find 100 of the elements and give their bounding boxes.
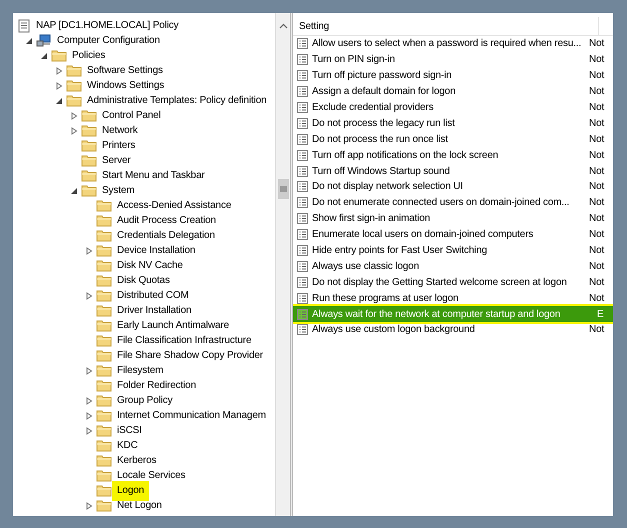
collapsed-arrow-icon[interactable] — [85, 396, 93, 404]
setting-row[interactable]: Show first sign-in animation Not — [293, 210, 613, 227]
tree-item[interactable]: System — [100, 184, 136, 198]
setting-row[interactable]: Enumerate local users on domain-joined computers Not — [293, 226, 613, 243]
setting-state: Not — [589, 164, 606, 179]
setting-icon — [297, 54, 308, 66]
collapsed-arrow-icon[interactable] — [85, 502, 93, 510]
setting-row[interactable]: Turn on PIN sign-in Not — [293, 52, 613, 68]
scroll-up-icon[interactable] — [278, 23, 288, 29]
folder-icon — [81, 109, 97, 122]
collapsed-arrow-icon[interactable] — [85, 412, 93, 420]
expanded-arrow-icon[interactable] — [40, 52, 48, 60]
folder-icon — [96, 334, 112, 347]
setting-state: Not — [589, 37, 606, 52]
tree-item[interactable]: Disk NV Cache — [115, 258, 185, 272]
setting-row[interactable]: Do not display network selection UI Not — [293, 179, 613, 195]
tree-item[interactable]: Logon — [115, 484, 146, 498]
tree-item[interactable]: File Classification Infrastructure — [115, 334, 254, 348]
setting-icon — [297, 245, 308, 256]
setting-icon — [297, 197, 308, 208]
tree-item[interactable]: Audit Process Creation — [115, 214, 218, 228]
setting-row[interactable]: Do not display the Getting Started welcome screen at logon Not — [293, 274, 613, 290]
setting-icon — [297, 102, 308, 113]
setting-row[interactable]: Always use custom logon background Not — [293, 322, 613, 338]
collapsed-arrow-icon[interactable] — [85, 246, 93, 254]
tree-item[interactable]: Internet Communication Managem — [115, 408, 268, 422]
tree-item[interactable]: Early Launch Antimalware — [115, 318, 232, 332]
setting-row[interactable]: Always wait for the network at computer startup and logon E — [293, 306, 613, 322]
expanded-arrow-icon[interactable] — [70, 186, 78, 194]
tree-item[interactable]: KDC — [115, 438, 140, 452]
tree-item[interactable]: Windows Settings — [85, 78, 166, 92]
setting-state: Not — [589, 323, 606, 338]
tree-item[interactable]: Folder Redirection — [115, 378, 198, 392]
setting-state: Not — [589, 69, 606, 84]
setting-state: Not — [589, 196, 606, 210]
setting-name: Show first sign-in animation — [312, 212, 432, 226]
setting-row[interactable]: Turn off app notifications on the lock screen Not — [293, 147, 613, 164]
collapsed-arrow-icon[interactable] — [70, 112, 78, 120]
setting-name: Exclude credential providers — [312, 101, 434, 115]
scrollbar-thumb[interactable] — [278, 179, 288, 199]
folder-icon — [96, 274, 112, 287]
setting-icon — [297, 118, 308, 129]
collapsed-arrow-icon[interactable] — [85, 292, 93, 300]
setting-row[interactable]: Assign a default domain for logon Not — [293, 84, 613, 100]
tree-item[interactable]: Disk Quotas — [115, 274, 172, 288]
tree-item[interactable]: Computer Configuration — [55, 34, 162, 48]
setting-row[interactable]: Hide entry points for Fast User Switching Not — [293, 242, 613, 258]
tree-item[interactable]: Policies — [70, 48, 108, 62]
setting-name: Run these programs at user logon — [312, 292, 460, 306]
setting-row[interactable]: Do not enumerate connected users on domain-joined com... Not — [293, 194, 613, 211]
setting-icon — [297, 134, 308, 145]
expanded-arrow-icon[interactable] — [55, 96, 63, 104]
collapsed-arrow-icon[interactable] — [70, 126, 78, 134]
tree-item[interactable]: Access-Denied Assistance — [115, 198, 234, 212]
tree-item[interactable]: Network — [100, 124, 140, 138]
tree-item[interactable]: Locale Services — [115, 468, 188, 482]
collapsed-arrow-icon[interactable] — [55, 66, 63, 74]
setting-state: Not — [589, 260, 606, 274]
setting-row[interactable]: Turn off Windows Startup sound Not — [293, 163, 613, 180]
setting-row[interactable]: Exclude credential providers Not — [293, 100, 613, 116]
tree-item[interactable]: Start Menu and Taskbar — [100, 168, 207, 182]
tree-item[interactable]: Server — [100, 154, 133, 168]
column-header[interactable]: Setting — [293, 17, 599, 35]
tree-item[interactable]: File Share Shadow Copy Provider — [115, 348, 265, 362]
folder-icon — [96, 244, 112, 257]
folder-icon — [96, 424, 112, 437]
collapsed-arrow-icon[interactable] — [55, 82, 63, 90]
tree-item[interactable]: Control Panel — [100, 108, 163, 122]
tree-item[interactable]: Filesystem — [115, 364, 166, 378]
tree-item[interactable]: Net Logon — [115, 498, 164, 512]
setting-row[interactable]: Always use classic logon Not — [293, 258, 613, 274]
setting-name: Do not process the run once list — [312, 132, 449, 147]
tree-item[interactable]: Administrative Templates: Policy definition — [85, 94, 269, 108]
expanded-arrow-icon[interactable] — [25, 36, 33, 44]
collapsed-arrow-icon[interactable] — [85, 366, 93, 374]
tree-item[interactable]: NAP [DC1.HOME.LOCAL] Policy — [34, 18, 180, 32]
tree-item[interactable]: Credentials Delegation — [115, 228, 217, 242]
folder-icon — [96, 499, 112, 512]
folder-icon — [96, 454, 112, 467]
setting-row[interactable]: Do not process the run once list Not — [293, 131, 613, 148]
setting-row[interactable]: Turn off picture password sign-in Not — [293, 68, 613, 84]
setting-row[interactable]: Do not process the legacy run list Not — [293, 115, 613, 132]
setting-icon — [297, 260, 308, 272]
tree-item[interactable]: iSCSI — [115, 424, 144, 438]
setting-icon — [297, 181, 308, 192]
setting-state: Not — [589, 85, 606, 100]
setting-row[interactable]: Allow users to select when a password is required when resu... Not — [293, 36, 613, 52]
tree-item[interactable]: Distributed COM — [115, 288, 191, 302]
scrollbar[interactable] — [275, 13, 290, 516]
tree-item[interactable]: Printers — [100, 138, 138, 152]
tree-item[interactable]: Group Policy — [115, 394, 174, 408]
tree-item[interactable]: Kerberos — [115, 454, 158, 468]
setting-state: Not — [589, 101, 606, 115]
collapsed-arrow-icon[interactable] — [85, 426, 93, 434]
setting-row[interactable]: Run these programs at user logon Not — [293, 290, 613, 306]
tree-item[interactable]: Driver Installation — [115, 304, 194, 318]
folder-icon — [81, 184, 97, 197]
tree-item[interactable]: Device Installation — [115, 244, 198, 258]
tree-item[interactable]: Software Settings — [85, 64, 165, 78]
folder-icon — [96, 319, 112, 332]
